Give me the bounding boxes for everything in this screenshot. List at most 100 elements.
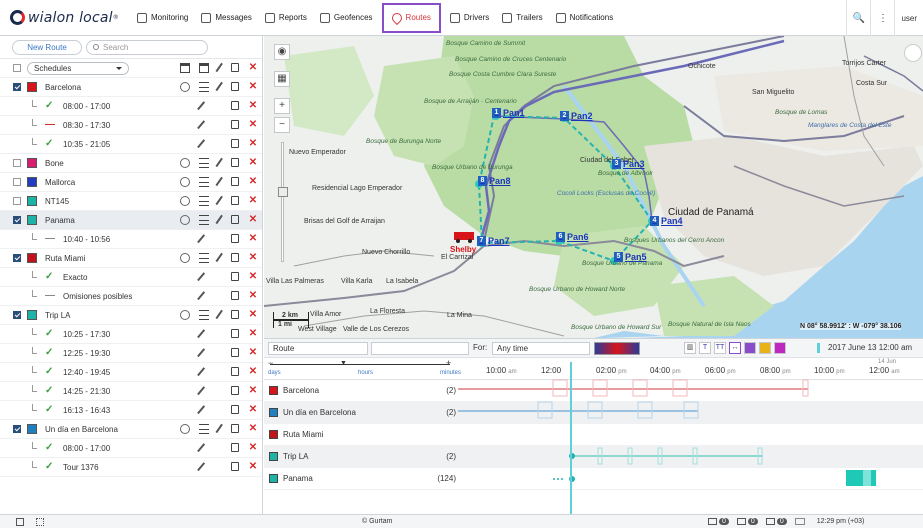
copy-icon[interactable] [231,196,239,205]
delete-icon[interactable]: ✕ [248,120,258,130]
schedules-select[interactable]: Schedules [27,62,129,75]
list-icon[interactable] [199,158,209,168]
calendar-list-icon[interactable] [199,63,209,73]
route-point-pan5[interactable]: 5 Pan5 [614,252,647,262]
scale-plus[interactable]: + [446,358,451,368]
zoom-slider[interactable] [281,142,284,262]
route-row[interactable]: Bone ✕ [0,154,262,173]
route-point-pan3[interactable]: 3 Pan3 [612,159,645,169]
route-schedule-row[interactable]: — 08:30 - 17:30 ✕ [0,116,262,135]
wrench-icon[interactable] [215,195,225,207]
route-checkbox[interactable] [13,425,21,433]
delete-icon[interactable]: ✕ [248,158,258,168]
route-schedule-row[interactable]: ✓ 12:40 - 19:45 ✕ [0,363,262,382]
route-checkbox[interactable] [13,311,21,319]
delete-icon[interactable]: ✕ [248,63,258,73]
copy-icon[interactable] [231,424,239,433]
copy-icon[interactable] [231,63,239,72]
copy-icon[interactable] [231,443,239,452]
copy-icon[interactable] [231,253,239,262]
route-row[interactable]: Barcelona ✕ [0,78,262,97]
copy-icon[interactable] [231,291,239,300]
edit-pencil-icon[interactable] [197,139,206,149]
delete-icon[interactable]: ✕ [248,367,258,377]
route-row[interactable]: Mallorca ✕ [0,173,262,192]
route-checkbox[interactable] [13,83,21,91]
delete-icon[interactable]: ✕ [248,253,258,263]
scale-minutes[interactable]: minutes [440,370,461,376]
timeline-row[interactable]: Barcelona (2) [264,380,923,402]
scale-handle-icon[interactable]: ▼ [340,360,347,367]
history-icon[interactable] [180,253,190,263]
route-schedule-row[interactable]: ✓ 08:00 - 17:00 ✕ [0,97,262,116]
edit-pencil-icon[interactable] [197,329,206,339]
user-menu[interactable]: user [894,0,923,36]
yellow-mode-icon[interactable] [759,342,771,354]
color-scheme-picker[interactable] [594,342,640,355]
nav-notifications[interactable]: Notifications [552,7,618,29]
delete-icon[interactable]: ✕ [248,348,258,358]
nav-reports[interactable]: Reports [261,7,311,29]
timeline-datetime[interactable]: 2017 June 13 12:00 am [828,343,912,352]
copy-icon[interactable] [231,158,239,167]
expand-icon[interactable]: ↔ [729,342,741,354]
timeline-row[interactable]: Ruta Miami [264,424,923,446]
edit-pencil-icon[interactable] [197,443,206,453]
list-icon[interactable] [199,310,209,320]
route-point-pan8[interactable]: 8 Pan8 [478,176,511,186]
route-point-pan2[interactable]: 2 Pan2 [560,111,593,121]
copy-icon[interactable] [231,82,239,91]
copy-icon[interactable] [231,329,239,338]
zoom-slider-handle[interactable] [278,187,288,197]
scale-slider[interactable] [270,364,450,365]
scale-days[interactable]: days [268,370,281,376]
list-icon[interactable] [199,253,209,263]
copy-icon[interactable] [231,120,239,129]
delete-icon[interactable]: ✕ [248,462,258,472]
edit-pencil-icon[interactable] [197,101,206,111]
wrench-icon[interactable] [215,176,225,188]
route-schedule-row[interactable]: ✓ 12:25 - 19:30 ✕ [0,344,262,363]
wrench-icon[interactable] [215,81,225,93]
timeline-cursor[interactable] [570,362,572,514]
route-row[interactable]: Panama ✕ [0,211,262,230]
delete-icon[interactable]: ✕ [248,329,258,339]
history-icon[interactable] [180,177,190,187]
edit-pencil-icon[interactable] [197,272,206,282]
select-all-checkbox[interactable] [13,64,21,72]
events-status-icon[interactable] [736,518,746,525]
delete-icon[interactable]: ✕ [248,215,258,225]
route-select[interactable]: Route [268,342,368,355]
map-type-icon[interactable]: ▦ [274,71,290,87]
route-schedule-row[interactable]: ✓ Exacto ✕ [0,268,262,287]
zoom-out-button[interactable]: − [274,117,290,133]
notifications-status-icon[interactable] [765,518,775,525]
delete-icon[interactable]: ✕ [248,443,258,453]
scale-minus[interactable]: − [268,358,273,368]
route-schedule-row[interactable]: ✓ 10:25 - 17:30 ✕ [0,325,262,344]
scale-hours[interactable]: hours [358,370,373,376]
vehicle-label[interactable]: Shelby [450,245,476,254]
edit-pencil-icon[interactable] [197,348,206,358]
purple-mode-icon[interactable] [744,342,756,354]
route-checkbox[interactable] [13,159,21,167]
list-icon[interactable] [199,215,209,225]
delete-icon[interactable]: ✕ [248,234,258,244]
route-schedule-row[interactable]: ✓ 16:13 - 16:43 ✕ [0,401,262,420]
delete-icon[interactable]: ✕ [248,177,258,187]
copy-icon[interactable] [231,348,239,357]
list-icon[interactable] [199,82,209,92]
copy-icon[interactable] [231,405,239,414]
timeline-row[interactable]: Un día en Barcelona (2) [264,402,923,424]
delete-icon[interactable]: ✕ [248,82,258,92]
history-icon[interactable] [180,310,190,320]
delete-icon[interactable]: ✕ [248,101,258,111]
history-icon[interactable] [180,196,190,206]
copy-icon[interactable] [231,234,239,243]
search-icon[interactable]: 🔍 [846,0,870,36]
edit-pencil-icon[interactable] [197,291,206,301]
copy-icon[interactable] [231,272,239,281]
grid-icon[interactable] [36,517,44,526]
route-point-pan7[interactable]: 7 Pan7 [477,236,510,246]
route-point-pan6[interactable]: 6 Pan6 [556,232,589,242]
